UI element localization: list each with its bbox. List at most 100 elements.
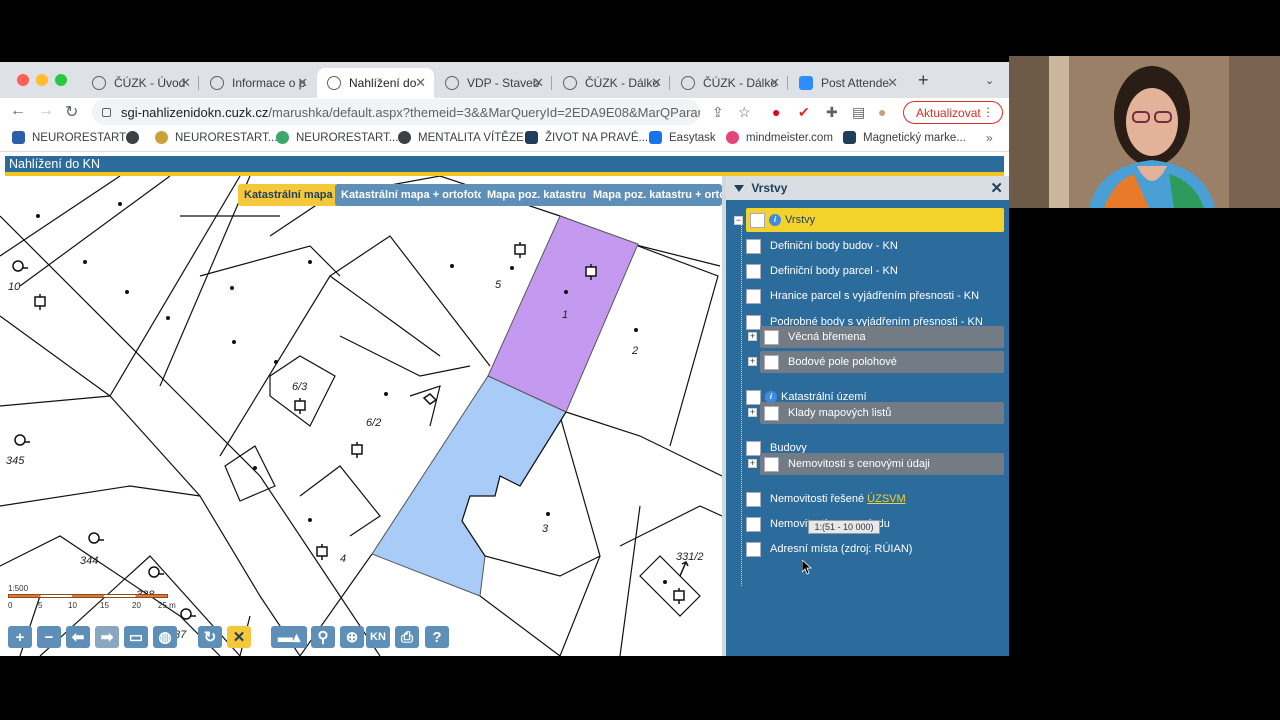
tab-cuzk-dalko-1[interactable]: ČÚZK - Dálko ✕ [553, 68, 670, 98]
tab-post-attendee[interactable]: Post Attende ✕ [789, 68, 906, 98]
target-locate-button[interactable]: ⊕ [340, 626, 364, 648]
info-icon[interactable]: i [769, 214, 781, 226]
bookmark-star-icon[interactable]: ☆ [738, 104, 751, 121]
layer-checkbox[interactable] [746, 491, 761, 507]
layer-checkbox[interactable] [750, 212, 765, 228]
layer-definicni-body-parcel[interactable]: Definiční body parcel - KN [746, 260, 1004, 282]
close-tab-icon[interactable]: ✕ [415, 75, 426, 91]
close-tab-icon[interactable]: ✕ [297, 75, 308, 91]
layer-root-vrstvy[interactable]: i Vrstvy [746, 208, 1004, 232]
bookmark-neurorestart-3[interactable]: NEURORESTART... [276, 131, 398, 144]
tab-informace[interactable]: Informace o p ✕ [200, 68, 316, 98]
bookmark-globe[interactable] [126, 131, 146, 144]
clear-selection-button[interactable]: ✕ [227, 626, 251, 648]
print-button[interactable]: ⎙ [395, 626, 419, 648]
uzsvm-link[interactable]: ÚZSVM [867, 493, 906, 505]
tab-cuzk-dalko-2[interactable]: ČÚZK - Dálko ✕ [671, 68, 788, 98]
expand-group-icon[interactable]: + [748, 357, 757, 366]
tab-nahlizeni[interactable]: Nahlížení do ✕ [317, 68, 434, 98]
checkmark-extension-icon[interactable]: ✔ [798, 104, 810, 121]
extensions-puzzle-icon[interactable]: ✚ [826, 104, 838, 121]
zoom-out-button[interactable]: − [37, 626, 61, 648]
update-button[interactable]: Aktualizovat ⋮ [903, 101, 1003, 124]
expand-group-icon[interactable]: + [748, 459, 757, 468]
minimize-window-button[interactable] [36, 74, 48, 86]
tab-katastralni-mapa-ortofoto[interactable]: Katastrální mapa + ortofoto [335, 184, 491, 206]
media-control-icon[interactable]: ▤ [852, 104, 865, 121]
layer-checkbox[interactable] [746, 314, 761, 330]
tab-cuzk-uvod[interactable]: ČÚZK - Úvod ✕ [82, 68, 199, 98]
expand-group-icon[interactable]: + [748, 408, 757, 417]
layer-adresni-mista[interactable]: Adresní místa (zdroj: RÚIAN) [746, 538, 1004, 560]
close-window-button[interactable] [17, 74, 29, 86]
bookmark-mindmeister[interactable]: mindmeister.com [726, 131, 833, 144]
tab-katastralni-mapa[interactable]: Katastrální mapa [238, 184, 339, 206]
bookmark-magneticky[interactable]: Magnetický marke... [843, 131, 966, 144]
close-tab-icon[interactable]: ✕ [651, 75, 662, 91]
new-tab-button[interactable]: + [918, 71, 929, 89]
back-arrow-icon[interactable]: ← [10, 102, 26, 120]
layer-hranice-parcel[interactable]: Hranice parcel s vyjádřením přesnosti - … [746, 285, 1004, 307]
tab-mapa-poz-katastru[interactable]: Mapa poz. katastru [481, 184, 593, 206]
layers-panel-header[interactable]: Vrstvy [726, 176, 1009, 200]
cadastral-map[interactable]: 10 345 344 338 87 5 1 2 6/3 6/2 4 3 331/… [0, 176, 722, 656]
parcel-number: 6/3 [292, 381, 308, 393]
layer-nemovitosti-resene[interactable]: Nemovitosti řešené ÚZSVM [746, 488, 1004, 510]
lock-icon [102, 107, 111, 117]
close-tab-icon[interactable]: ✕ [769, 75, 780, 91]
layer-checkbox[interactable] [746, 440, 761, 456]
layer-group-bodove-pole[interactable]: Bodové pole polohové [760, 351, 1004, 373]
layer-checkbox[interactable] [764, 354, 779, 370]
kn-info-button[interactable]: KN [366, 626, 390, 648]
bookmark-neurorestart-1[interactable]: NEURORESTART [12, 131, 126, 144]
close-tab-icon[interactable]: ✕ [533, 75, 544, 91]
close-panel-icon[interactable]: ✕ [990, 179, 1003, 197]
close-tab-icon[interactable]: ✕ [887, 75, 898, 91]
more-menu-icon[interactable]: ⋮ [982, 105, 994, 119]
layer-checkbox[interactable] [746, 263, 761, 279]
collapse-tree-icon[interactable]: − [734, 216, 743, 225]
more-bookmarks-icon[interactable]: » [986, 131, 993, 145]
forward-arrow-icon[interactable]: → [38, 102, 54, 120]
layer-group-vecna-bremena[interactable]: Věcná břemena [760, 326, 1004, 348]
map-canvas[interactable]: 10 345 344 338 87 5 1 2 6/3 6/2 4 3 331/… [0, 176, 722, 656]
layer-group-cenove-udaje[interactable]: Nemovitosti s cenovými údaji [760, 453, 1004, 475]
help-button[interactable]: ? [425, 626, 449, 648]
parcel-boundary [299, 465, 381, 537]
layer-group-klady-mapovych-listu[interactable]: Klady mapových listů [760, 402, 1004, 424]
refresh-button[interactable]: ↻ [198, 626, 222, 648]
profile-avatar-icon[interactable]: ● [878, 104, 886, 120]
previous-view-button[interactable]: ⬅ [66, 626, 90, 648]
layer-checkbox[interactable] [764, 329, 779, 345]
tab-search-chevron-icon[interactable]: ⌄ [985, 74, 994, 87]
measure-tool-button[interactable]: ▬▴ [271, 626, 307, 648]
zoom-rectangle-button[interactable]: ▭ [124, 626, 148, 648]
layer-checkbox[interactable] [764, 405, 779, 421]
location-pin-button[interactable]: ⚲ [311, 626, 335, 648]
reload-icon[interactable]: ↻ [65, 102, 78, 122]
maximize-window-button[interactable] [55, 74, 67, 86]
layer-checkbox[interactable] [764, 456, 779, 472]
zoom-in-button[interactable]: + [8, 626, 32, 648]
layer-checkbox[interactable] [746, 541, 761, 557]
tab-mapa-poz-katastru-ortofoto[interactable]: Mapa poz. katastru + ortofo [587, 184, 722, 206]
bookmark-neurorestart-2[interactable]: NEURORESTART... [155, 131, 277, 144]
bookmark-easytask[interactable]: Easytask [649, 131, 716, 144]
next-view-button[interactable]: ➡ [95, 626, 119, 648]
layer-checkbox[interactable] [746, 516, 761, 532]
address-bar[interactable]: sgi-nahlizenidokn.cuzk.cz /marushka/defa… [92, 99, 700, 125]
layer-checkbox[interactable] [746, 288, 761, 304]
share-icon[interactable]: ⇪ [712, 104, 724, 121]
collapse-triangle-icon[interactable] [734, 185, 744, 193]
highlighted-parcel-3[interactable] [371, 375, 567, 597]
layer-checkbox[interactable] [746, 389, 761, 405]
bookmark-mentalita[interactable]: MENTALITA VÍTĚZE [398, 131, 524, 144]
layer-checkbox[interactable] [746, 238, 761, 254]
expand-group-icon[interactable]: + [748, 332, 757, 341]
full-extent-globe-button[interactable]: ◍ [153, 626, 177, 648]
close-tab-icon[interactable]: ✕ [180, 75, 191, 91]
bookmark-zivot[interactable]: ŽIVOT NA PRAVÉ... [525, 131, 648, 144]
layer-definicni-body-budov[interactable]: Definiční body budov - KN [746, 235, 1004, 257]
tab-vdp[interactable]: VDP - Staveb ✕ [435, 68, 552, 98]
pinterest-icon[interactable]: ● [772, 104, 780, 120]
